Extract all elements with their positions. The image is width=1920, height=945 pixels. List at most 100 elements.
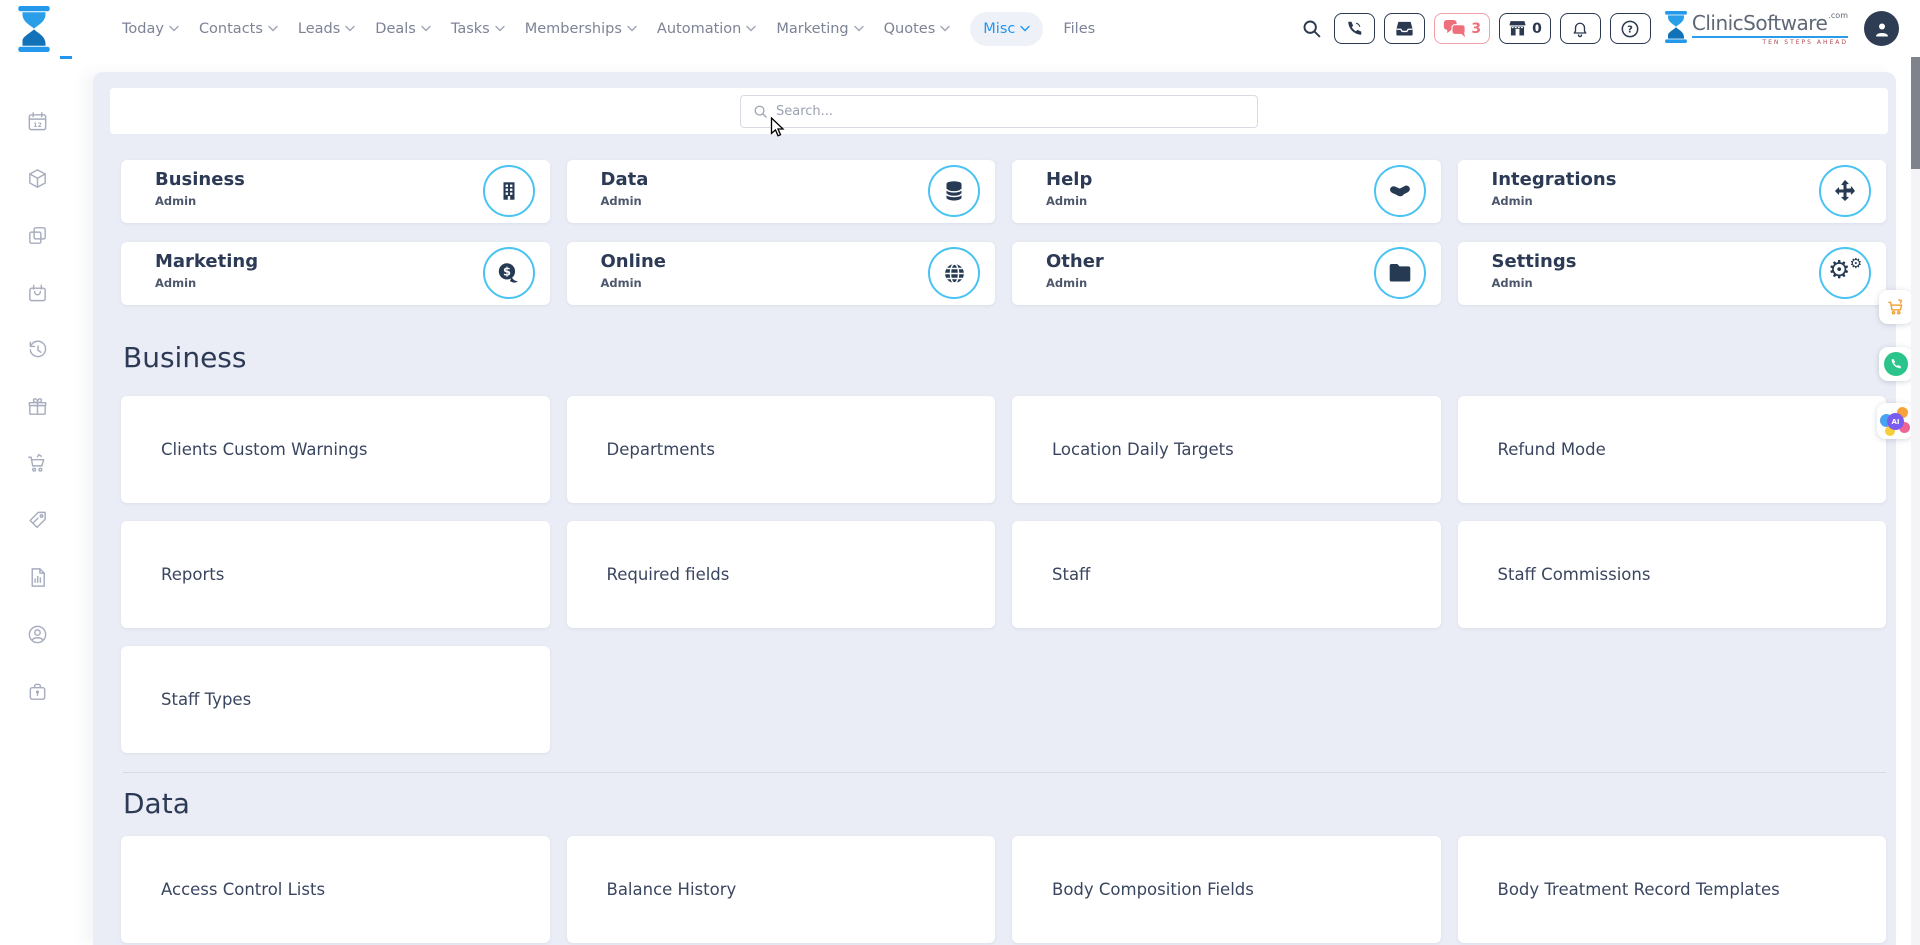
storefront-icon xyxy=(1508,20,1527,37)
nav-label: Leads xyxy=(298,21,340,37)
nav-label: Memberships xyxy=(525,21,622,37)
category-grid: Business Admin Data Admin Help Admin xyxy=(121,160,1886,305)
sidebar-report-icon[interactable] xyxy=(26,566,49,589)
user-avatar[interactable] xyxy=(1864,11,1899,46)
main-nav: Today Contacts Leads Deals Tasks Members… xyxy=(122,0,1095,57)
chevron-down-icon xyxy=(854,25,864,32)
help-button[interactable]: ? xyxy=(1610,13,1651,44)
floating-whatsapp-button[interactable] xyxy=(1879,347,1913,381)
floating-ai-button[interactable]: AI xyxy=(1877,403,1913,439)
chevron-down-icon xyxy=(940,25,950,32)
phone-icon xyxy=(1346,20,1363,37)
brand-tagline: TEN STEPS AHEAD xyxy=(1762,39,1848,46)
whatsapp-icon xyxy=(1884,352,1908,376)
chevron-down-icon xyxy=(495,25,505,32)
vertical-scrollbar xyxy=(1911,57,1920,945)
nav-label: Tasks xyxy=(451,21,490,37)
nav-item-automation[interactable]: Automation xyxy=(657,21,756,37)
item-card-balance-history[interactable]: Balance History xyxy=(567,836,996,943)
search-row xyxy=(110,88,1888,134)
category-card-other[interactable]: Other Admin xyxy=(1012,242,1441,305)
inbox-button[interactable] xyxy=(1384,13,1425,44)
sidebar-booking-icon[interactable] xyxy=(26,281,49,304)
brand-tld: .com xyxy=(1828,11,1848,20)
business-item-grid: Clients Custom Warnings Departments Loca… xyxy=(121,396,1886,753)
nav-item-misc-active[interactable]: Misc xyxy=(970,12,1043,46)
item-card-required-fields[interactable]: Required fields xyxy=(567,521,996,628)
question-icon: ? xyxy=(1620,19,1640,39)
sidebar-history-icon[interactable] xyxy=(26,338,49,361)
nav-item-files[interactable]: Files xyxy=(1063,21,1095,37)
category-card-business[interactable]: Business Admin xyxy=(121,160,550,223)
hourglass-logo-small-icon xyxy=(1664,11,1688,43)
item-card-body-treatment-record-templates[interactable]: Body Treatment Record Templates xyxy=(1458,836,1887,943)
person-icon xyxy=(1872,19,1892,39)
inbox-icon xyxy=(1395,20,1414,37)
chat-bubbles-icon xyxy=(1443,19,1466,38)
item-card-staff-commissions[interactable]: Staff Commissions xyxy=(1458,521,1887,628)
search-icon[interactable] xyxy=(1301,18,1322,39)
nav-item-today[interactable]: Today xyxy=(122,21,179,37)
section-divider xyxy=(123,772,1886,773)
store-count: 0 xyxy=(1532,21,1542,37)
hourglass-logo-icon[interactable] xyxy=(17,6,51,52)
sidebar-package-icon[interactable] xyxy=(26,167,49,190)
chevron-down-icon xyxy=(169,25,179,32)
left-sidebar: 12 xyxy=(0,57,75,945)
item-card-reports[interactable]: Reports xyxy=(121,521,550,628)
search-box[interactable] xyxy=(740,95,1258,128)
category-card-settings[interactable]: Settings Admin ⚙⚙ xyxy=(1458,242,1887,305)
item-card-departments[interactable]: Departments xyxy=(567,396,996,503)
item-card-staff-types[interactable]: Staff Types xyxy=(121,646,550,753)
item-card-clients-custom-warnings[interactable]: Clients Custom Warnings xyxy=(121,396,550,503)
sidebar-cart-icon[interactable] xyxy=(26,452,49,475)
nav-label: Today xyxy=(122,21,164,37)
category-card-online[interactable]: Online Admin xyxy=(567,242,996,305)
nav-label: Quotes xyxy=(884,21,936,37)
nav-label: Misc xyxy=(983,21,1015,37)
nav-label: Deals xyxy=(375,21,416,37)
nav-item-tasks[interactable]: Tasks xyxy=(451,21,505,37)
sidebar-case-icon[interactable] xyxy=(26,680,49,703)
item-card-access-control-lists[interactable]: Access Control Lists xyxy=(121,836,550,943)
item-card-refund-mode[interactable]: Refund Mode xyxy=(1458,396,1887,503)
chat-button[interactable]: 3 xyxy=(1434,13,1490,44)
clinicsoftware-admin-page: Today Contacts Leads Deals Tasks Members… xyxy=(0,0,1920,945)
clinicsoftware-logo[interactable]: ClinicSoftware .com TEN STEPS AHEAD xyxy=(1664,11,1848,46)
search-input[interactable] xyxy=(776,104,1245,119)
header-toolbar: 3 0 ? xyxy=(1301,0,1899,57)
category-card-help[interactable]: Help Admin xyxy=(1012,160,1441,223)
nav-item-memberships[interactable]: Memberships xyxy=(525,21,637,37)
nav-item-marketing[interactable]: Marketing xyxy=(776,21,863,37)
folder-icon xyxy=(1374,247,1426,299)
chevron-down-icon xyxy=(345,25,355,32)
chevron-down-icon xyxy=(268,25,278,32)
chat-badge: 3 xyxy=(1471,21,1481,37)
data-item-grid: Access Control Lists Balance History Bod… xyxy=(121,836,1886,943)
chevron-down-icon xyxy=(627,25,637,32)
sidebar-copy-icon[interactable] xyxy=(26,224,49,247)
sidebar-calendar-icon[interactable]: 12 xyxy=(26,110,49,133)
nav-item-quotes[interactable]: Quotes xyxy=(884,21,951,37)
store-button[interactable]: 0 xyxy=(1499,13,1551,44)
item-card-body-composition-fields[interactable]: Body Composition Fields xyxy=(1012,836,1441,943)
notifications-button[interactable] xyxy=(1560,13,1601,44)
nav-item-leads[interactable]: Leads xyxy=(298,21,355,37)
item-card-location-daily-targets[interactable]: Location Daily Targets xyxy=(1012,396,1441,503)
nav-item-contacts[interactable]: Contacts xyxy=(199,21,278,37)
category-card-integrations[interactable]: Integrations Admin xyxy=(1458,160,1887,223)
sidebar-tag-icon[interactable] xyxy=(26,509,49,532)
sidebar-account-icon[interactable] xyxy=(26,623,49,646)
phone-button[interactable] xyxy=(1334,13,1375,44)
category-card-data[interactable]: Data Admin xyxy=(567,160,996,223)
floating-cart-button[interactable] xyxy=(1879,290,1913,324)
sidebar-gift-icon[interactable] xyxy=(26,395,49,418)
nav-label: Marketing xyxy=(776,21,848,37)
nav-item-deals[interactable]: Deals xyxy=(375,21,431,37)
item-card-staff[interactable]: Staff xyxy=(1012,521,1441,628)
mouse-cursor xyxy=(770,117,786,139)
category-card-marketing[interactable]: Marketing Admin $ xyxy=(121,242,550,305)
move-arrows-icon xyxy=(1819,165,1871,217)
main-content-panel: Business Admin Data Admin Help Admin xyxy=(93,72,1896,945)
scrollbar-thumb[interactable] xyxy=(1911,57,1920,169)
